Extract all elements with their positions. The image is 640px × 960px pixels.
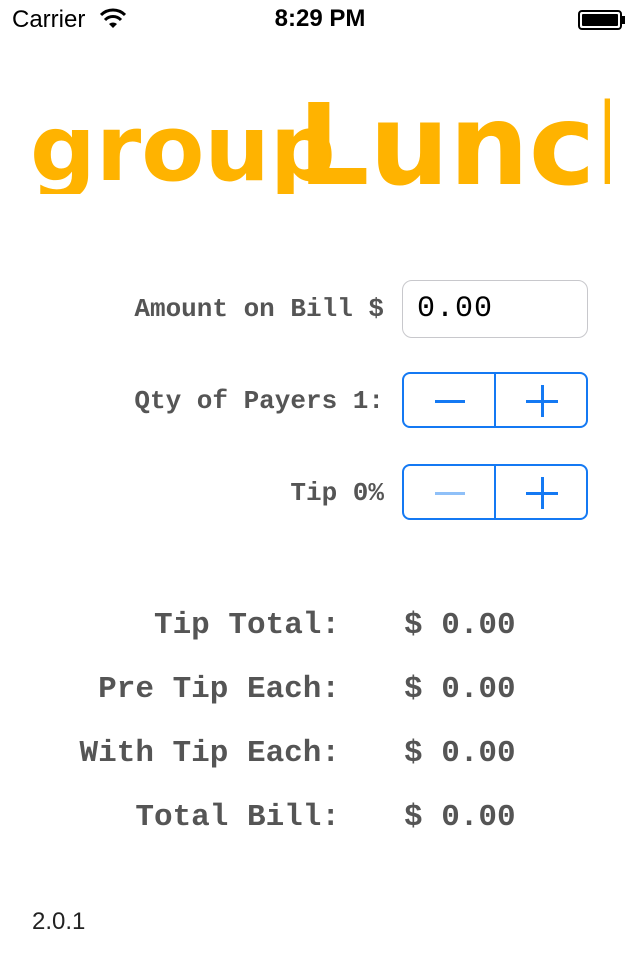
minus-icon — [435, 492, 465, 495]
total-bill-label: Total Bill: — [135, 800, 340, 835]
with-tip-each-label: With Tip Each: — [79, 736, 340, 771]
payers-increment-button[interactable] — [494, 374, 586, 426]
amount-input[interactable]: 0.00 — [402, 280, 588, 338]
with-tip-each-value: $ 0.00 — [404, 736, 516, 771]
tip-total-label: Tip Total: — [153, 608, 340, 643]
amount-label: Amount on Bill $ — [134, 294, 384, 324]
total-bill-value: $ 0.00 — [404, 800, 516, 835]
logo-text-group: group — [30, 95, 336, 194]
payers-stepper[interactable] — [402, 372, 588, 428]
tip-stepper[interactable] — [402, 464, 588, 520]
clock: 8:29 PM — [274, 5, 366, 32]
pre-tip-each-value: $ 0.00 — [404, 672, 516, 707]
grouplunch-logo: group Lunch — [30, 84, 610, 194]
tip-total-value: $ 0.00 — [404, 608, 516, 643]
tip-decrement-button[interactable] — [404, 466, 494, 518]
minus-icon — [435, 400, 465, 403]
tip-label: Tip 0% — [290, 478, 384, 508]
pre-tip-each-label: Pre Tip Each: — [98, 672, 340, 707]
payers-decrement-button[interactable] — [404, 374, 494, 426]
payers-label: Qty of Payers 1: — [134, 386, 384, 416]
battery-icon — [578, 10, 625, 30]
status-bar: Carrier 8:29 PM — [0, 0, 640, 40]
tip-increment-button[interactable] — [494, 466, 586, 518]
logo-text-lunch: Lunch — [298, 84, 610, 194]
version-label: 2.0.1 — [32, 908, 86, 935]
